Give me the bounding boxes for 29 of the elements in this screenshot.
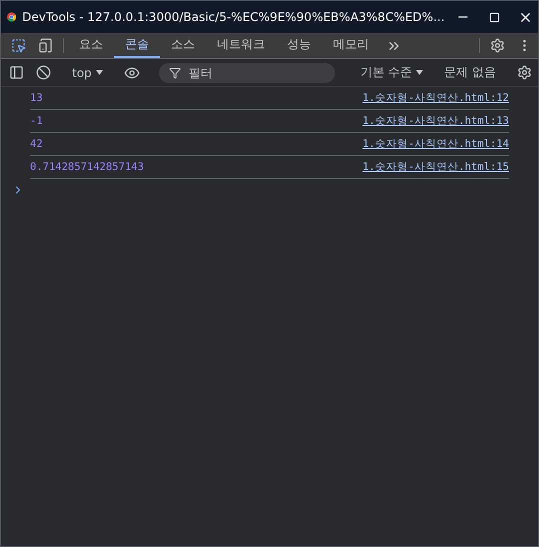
- panel-tab[interactable]: 메모리: [322, 33, 380, 58]
- log-value: 13: [30, 92, 43, 104]
- source-link[interactable]: 1.숫자형-사칙연산.html:15: [362, 160, 509, 174]
- maximize-icon: [488, 12, 500, 22]
- caret-icon: [96, 70, 103, 75]
- device-icon: [38, 38, 53, 53]
- log-value: 0.7142857142857143: [30, 161, 144, 173]
- panel-tab[interactable]: 요소: [68, 33, 114, 58]
- clear-icon: [36, 65, 51, 80]
- window-title: DevTools - 127.0.0.1:3000/Basic/5-%EC%9E%90%EB%A3%8C%ED%...: [22, 10, 445, 24]
- filter-icon: [168, 66, 181, 78]
- issues-count[interactable]: 문제 없음: [438, 64, 502, 81]
- settings-icon: [490, 38, 505, 53]
- settings-icon: [517, 65, 532, 80]
- source-link[interactable]: 1.숫자형-사칙연산.html:12: [362, 91, 509, 105]
- source-link[interactable]: 1.숫자형-사칙연산.html:14: [362, 137, 509, 151]
- log-value: 42: [30, 138, 43, 150]
- panel-tab[interactable]: 성능: [276, 33, 322, 58]
- log-value: -1: [30, 115, 43, 127]
- sidebar-icon: [9, 65, 24, 80]
- cursor-icon: [11, 38, 26, 53]
- source-link[interactable]: 1.숫자형-사칙연산.html:13: [362, 114, 509, 128]
- context-dropdown[interactable]: top: [66, 66, 109, 80]
- panel-tab[interactable]: 네트워크: [206, 33, 276, 58]
- eye-icon: [124, 64, 140, 80]
- caret-icon: [416, 70, 424, 75]
- filter-field[interactable]: 필터: [158, 62, 335, 82]
- panel-tab[interactable]: 소스: [160, 33, 206, 58]
- levels-dropdown[interactable]: 기본 수준: [354, 64, 430, 81]
